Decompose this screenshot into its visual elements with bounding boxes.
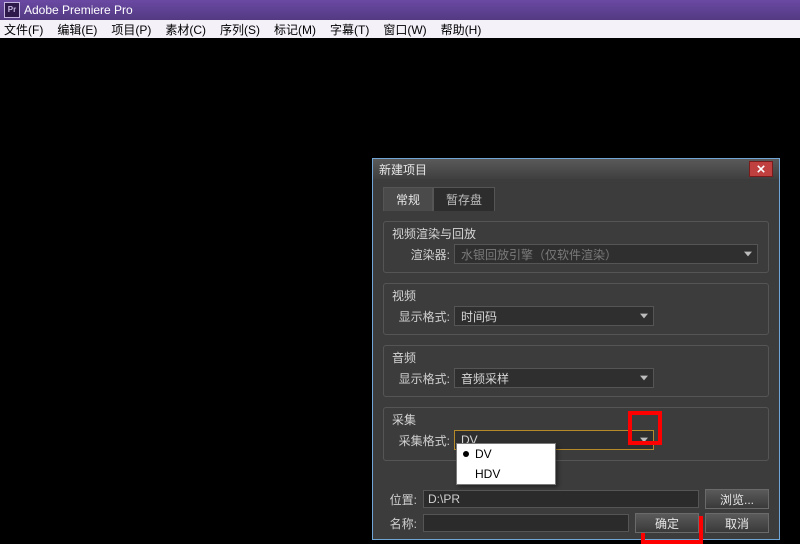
app-titlebar: Pr Adobe Premiere Pro (0, 0, 800, 20)
new-project-dialog: 新建项目 常规 暂存盘 视频渲染与回放 渲染器: 水银回放引擎（仅软件渲染） (372, 158, 780, 540)
capture-option-dv-label: DV (475, 447, 492, 461)
group-video-title: 视频 (392, 287, 416, 304)
cancel-button[interactable]: 取消 (705, 513, 769, 533)
dialog-bottom: 位置: D:\PR 浏览... 名称: 确定 取消 (383, 485, 769, 533)
video-display-format-select[interactable]: 时间码 (454, 306, 654, 326)
renderer-label: 渲染器: (394, 246, 450, 263)
group-capture: 采集 采集格式: DV (383, 407, 769, 461)
browse-button[interactable]: 浏览... (705, 489, 769, 509)
chevron-down-icon (637, 309, 651, 323)
ok-button[interactable]: 确定 (635, 513, 699, 533)
menu-sequence[interactable]: 序列(S) (220, 21, 260, 38)
location-label: 位置: (383, 491, 417, 508)
menu-marker[interactable]: 标记(M) (274, 21, 316, 38)
video-display-format-label: 显示格式: (394, 308, 450, 325)
group-capture-title: 采集 (392, 411, 416, 428)
capture-option-hdv-label: HDV (475, 467, 500, 481)
menu-title[interactable]: 字幕(T) (330, 21, 369, 38)
renderer-select: 水银回放引擎（仅软件渲染） (454, 244, 758, 264)
group-audio: 音频 显示格式: 音频采样 (383, 345, 769, 397)
group-render: 视频渲染与回放 渲染器: 水银回放引擎（仅软件渲染） (383, 221, 769, 273)
dialog-titlebar: 新建项目 (373, 159, 779, 179)
capture-format-label: 采集格式: (394, 432, 450, 449)
dialog-title: 新建项目 (379, 161, 427, 178)
audio-display-format-value: 音频采样 (461, 370, 509, 387)
chevron-down-icon (741, 247, 755, 261)
audio-display-format-label: 显示格式: (394, 370, 450, 387)
menu-window[interactable]: 窗口(W) (383, 21, 426, 38)
menu-project[interactable]: 项目(P) (111, 21, 151, 38)
dialog-tabs: 常规 暂存盘 (383, 187, 769, 211)
video-display-format-value: 时间码 (461, 308, 497, 325)
renderer-value: 水银回放引擎（仅软件渲染） (461, 246, 617, 263)
capture-option-hdv[interactable]: HDV (457, 464, 555, 484)
bullet-icon (463, 451, 469, 457)
close-icon (757, 165, 765, 173)
app-icon: Pr (4, 2, 20, 18)
menu-help[interactable]: 帮助(H) (441, 21, 482, 38)
menu-clip[interactable]: 素材(C) (165, 21, 206, 38)
location-field[interactable]: D:\PR (423, 490, 699, 508)
group-render-title: 视频渲染与回放 (392, 225, 476, 242)
name-label: 名称: (383, 515, 417, 532)
group-video: 视频 显示格式: 时间码 (383, 283, 769, 335)
name-field-wrapper (423, 514, 629, 532)
tab-scratch-disks[interactable]: 暂存盘 (433, 187, 495, 211)
capture-option-dv[interactable]: DV (457, 444, 555, 464)
stage: 新建项目 常规 暂存盘 视频渲染与回放 渲染器: 水银回放引擎（仅软件渲染） (0, 38, 800, 502)
dialog-close-button[interactable] (749, 161, 773, 177)
location-value: D:\PR (428, 492, 460, 506)
menu-edit[interactable]: 编辑(E) (57, 21, 97, 38)
chevron-down-icon (637, 433, 651, 447)
chevron-down-icon (637, 371, 651, 385)
capture-format-dropdown: DV HDV (456, 443, 556, 485)
group-audio-title: 音频 (392, 349, 416, 366)
menu-file[interactable]: 文件(F) (4, 21, 43, 38)
menubar: 文件(F) 编辑(E) 项目(P) 素材(C) 序列(S) 标记(M) 字幕(T… (0, 20, 800, 38)
name-input[interactable] (428, 515, 624, 531)
audio-display-format-select[interactable]: 音频采样 (454, 368, 654, 388)
dialog-body: 常规 暂存盘 视频渲染与回放 渲染器: 水银回放引擎（仅软件渲染） 视频 显 (373, 179, 779, 539)
tab-general[interactable]: 常规 (383, 187, 433, 211)
app-title: Adobe Premiere Pro (24, 3, 133, 17)
